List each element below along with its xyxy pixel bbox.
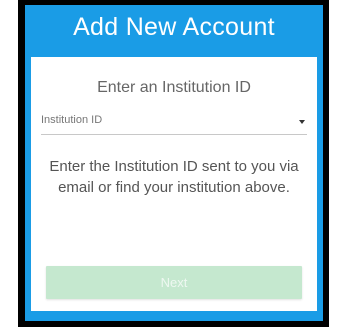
add-account-dialog: Add New Account Enter an Institution ID … (25, 5, 323, 321)
caret-down-icon (299, 120, 305, 124)
card-heading: Enter an Institution ID (97, 79, 251, 96)
institution-select-value: Institution ID (41, 114, 103, 126)
dialog-card: Enter an Institution ID Institution ID E… (31, 57, 317, 311)
next-button[interactable]: Next (46, 266, 302, 299)
dialog-title: Add New Account (73, 13, 275, 41)
institution-select[interactable]: Institution ID (41, 108, 307, 135)
help-text: Enter the Institution ID sent to you via… (49, 158, 299, 196)
